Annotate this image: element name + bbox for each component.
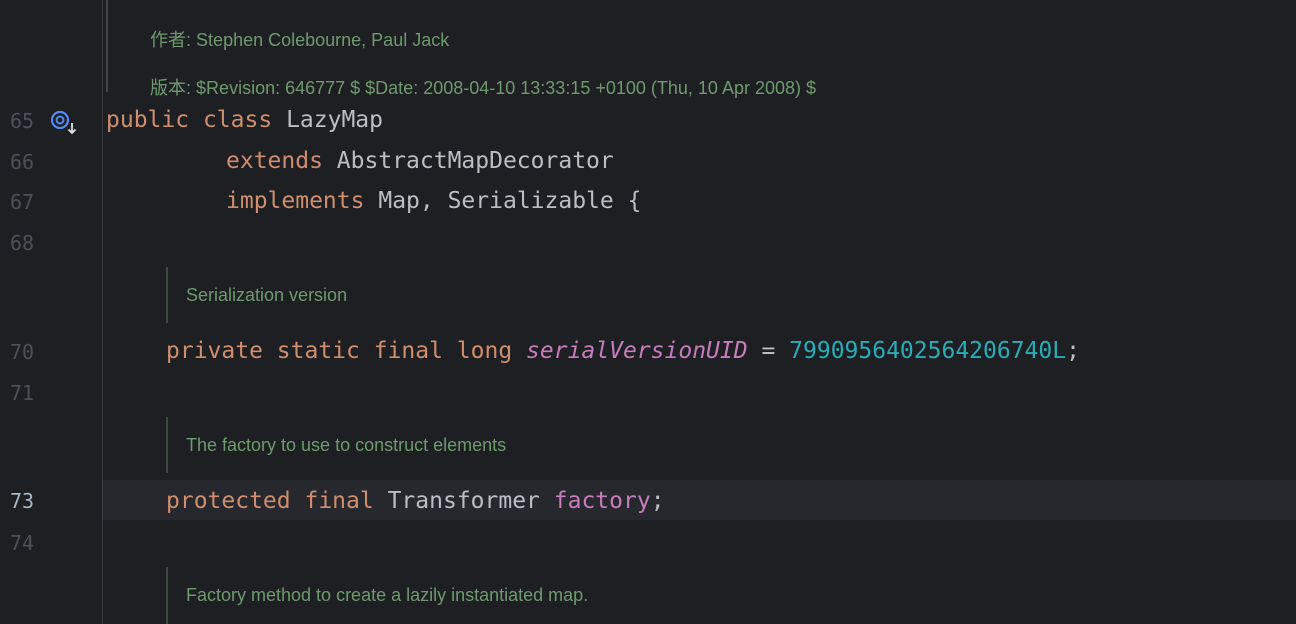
code-editor[interactable]: 作者: Stephen Colebourne, Paul Jack 版本: $R… [0, 0, 1296, 624]
keyword-public: public [106, 107, 190, 133]
keyword-implements: implements [226, 188, 365, 214]
superclass-name: AbstractMapDecorator [336, 148, 614, 174]
doc-author-value: Stephen Colebourne, Paul Jack [196, 30, 450, 50]
number-literal: 7990956402564206740L [789, 338, 1067, 364]
type-transformer: Transformer [387, 488, 540, 514]
line-number-68[interactable]: 68 [10, 231, 50, 255]
code-line-73[interactable]: protected final Transformer factory; [166, 487, 665, 515]
keyword-class: class [202, 107, 273, 133]
field-serial-version-uid: serialVersionUID [526, 338, 748, 364]
modifiers-private-static-final-long: private static final long [166, 338, 513, 364]
doc-version-value: $Revision: 646777 $ $Date: 2008-04-10 13… [196, 78, 817, 98]
semicolon: ; [1066, 338, 1080, 364]
line-number-67[interactable]: 67 [10, 190, 50, 214]
line-number-66[interactable]: 66 [10, 150, 50, 174]
keyword-extends: extends [226, 148, 323, 174]
doc-comment-serialization[interactable]: Serialization version [166, 267, 347, 323]
code-line-67[interactable]: implements Map, Serializable { [226, 187, 641, 215]
doc-comment-factory[interactable]: The factory to use to construct elements [166, 417, 506, 473]
line-number-74[interactable]: 74 [10, 531, 50, 555]
line-number-71[interactable]: 71 [10, 381, 50, 405]
operator-assign: = [747, 338, 790, 364]
field-factory: factory [553, 488, 651, 514]
doc-author-label: 作者: [150, 30, 192, 50]
line-number-65[interactable]: 65 [10, 109, 50, 133]
code-line-70[interactable]: private static final long serialVersionU… [166, 337, 1080, 365]
code-line-65[interactable]: public class LazyMap [106, 106, 383, 134]
class-name: LazyMap [286, 107, 383, 133]
doc-version-label: 版本: [150, 78, 192, 98]
semicolon: ; [650, 488, 665, 514]
interface-list: Map, Serializable { [378, 188, 642, 214]
implemented-by-icon[interactable] [49, 108, 79, 136]
line-number-73[interactable]: 73 [10, 489, 50, 513]
modifiers-protected-final: protected final [166, 488, 374, 514]
doc-border [106, 0, 108, 92]
doc-comment-factory-method[interactable]: Factory method to create a lazily instan… [166, 567, 588, 624]
line-number-70[interactable]: 70 [10, 340, 50, 364]
code-line-66[interactable]: extends AbstractMapDecorator [226, 147, 614, 175]
gutter-divider [102, 0, 103, 624]
